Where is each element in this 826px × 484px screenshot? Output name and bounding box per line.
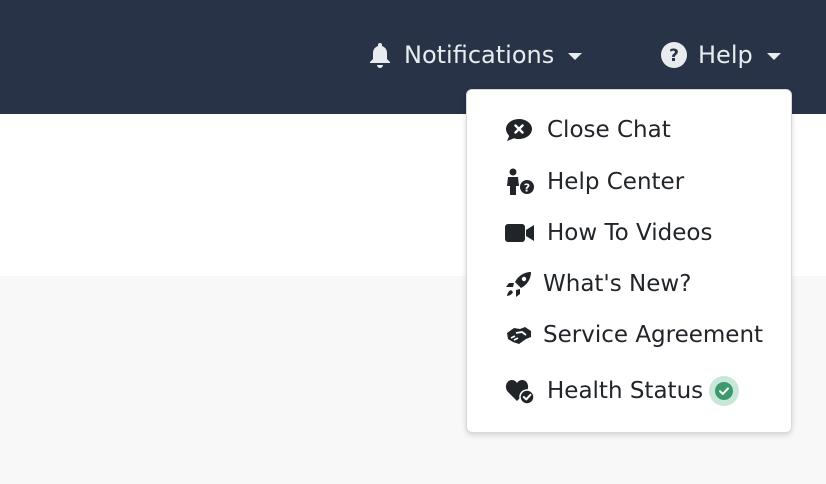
help-dropdown-toggle[interactable]: ? Help [660, 36, 781, 74]
handshake-icon [505, 319, 537, 351]
chevron-down-icon [766, 52, 781, 60]
check-circle-icon [715, 382, 734, 400]
status-badge [709, 376, 740, 406]
menu-item-whats-new[interactable]: What's New? [505, 266, 691, 302]
menu-item-label: Close Chat [547, 117, 671, 143]
person-question-icon: ? [505, 166, 537, 198]
question-circle-icon: ? [660, 41, 688, 69]
notifications-dropdown-toggle[interactable]: Notifications [366, 36, 583, 74]
menu-item-how-to-videos[interactable]: How To Videos [505, 215, 712, 251]
notifications-label: Notifications [404, 41, 555, 69]
rocket-icon [505, 268, 537, 300]
svg-text:?: ? [669, 46, 679, 66]
chevron-down-icon [568, 52, 583, 60]
comment-close-icon [505, 114, 537, 146]
menu-item-label: Health Status [547, 378, 704, 404]
help-label: Help [698, 41, 753, 69]
video-camera-icon [505, 217, 537, 249]
help-dropdown-menu: Close Chat ? Help Center How To Videos W… [466, 89, 792, 433]
heart-check-icon [505, 375, 537, 407]
menu-item-label: Help Center [547, 169, 685, 195]
svg-text:?: ? [524, 182, 530, 195]
menu-item-service-agreement[interactable]: Service Agreement [505, 317, 763, 353]
menu-item-label: What's New? [543, 271, 692, 297]
menu-item-label: How To Videos [547, 220, 713, 246]
menu-item-label: Service Agreement [543, 322, 764, 348]
menu-item-close-chat[interactable]: Close Chat [505, 112, 671, 148]
menu-item-health-status[interactable]: Health Status [505, 373, 740, 409]
bell-icon [366, 41, 394, 69]
menu-item-help-center[interactable]: ? Help Center [505, 164, 684, 200]
